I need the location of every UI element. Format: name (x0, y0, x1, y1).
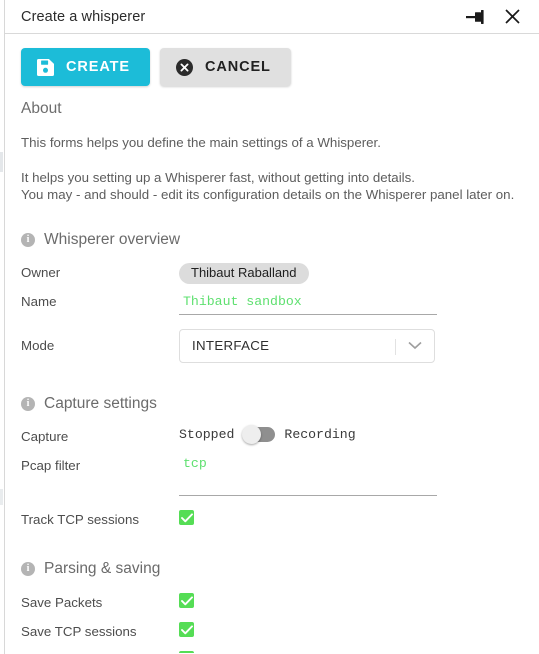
titlebar-actions (465, 6, 529, 28)
info-icon[interactable]: i (21, 561, 35, 576)
track-tcp-checkbox[interactable] (179, 510, 194, 525)
row-save-tcp-sessions: Save TCP sessions (21, 622, 523, 640)
info-icon[interactable]: i (21, 396, 35, 411)
parse-for-http-field (179, 651, 523, 653)
about-paragraph-2-line-1: It helps you setting up a Whisperer fast… (21, 170, 415, 185)
cancel-button[interactable]: CANCEL (159, 48, 291, 86)
capture-heading: Capture settings (44, 394, 157, 412)
capture-toggle[interactable] (242, 424, 276, 444)
parse-for-http-checkbox[interactable] (179, 651, 194, 653)
dialog-title: Create a whisperer (21, 8, 146, 25)
save-tcp-sessions-checkbox[interactable] (179, 622, 194, 637)
name-label: Name (21, 294, 57, 309)
cancel-circle-icon (175, 58, 193, 76)
dialog-screen: Create a whisperer CREATE CANCEL About T… (0, 0, 539, 654)
dialog-titlebar: Create a whisperer (5, 0, 539, 34)
dialog-body: CREATE CANCEL About This forms helps you… (5, 34, 539, 653)
mode-select[interactable]: INTERFACE (179, 328, 435, 363)
row-pcap-filter: Pcap filter (21, 455, 523, 501)
dialog-actions: CREATE CANCEL (21, 34, 523, 86)
row-owner: Owner Thibaut Raballand (21, 263, 523, 284)
capture-field: Stopped Recording (179, 424, 523, 444)
section-header-parsing: i Parsing & saving (21, 560, 523, 578)
row-parse-for-http: Parse for HTTP (21, 651, 523, 654)
capture-toggle-off-label: Stopped (179, 426, 235, 442)
pcap-filter-label: Pcap filter (21, 457, 81, 473)
row-name: Name (21, 292, 523, 315)
about-paragraph-2-line-2: You may - and should - edit its configur… (21, 187, 515, 202)
save-disk-icon (37, 58, 54, 76)
mode-select-value: INTERFACE (192, 338, 270, 353)
pcap-filter-input[interactable] (179, 455, 437, 496)
background-artifact-top (0, 152, 3, 172)
row-mode: Mode INTERFACE (21, 328, 523, 363)
capture-label: Capture (21, 428, 69, 444)
about-paragraph-1: This forms helps you define the main set… (21, 135, 381, 150)
background-artifact-bottom (0, 489, 3, 505)
pcap-filter-field (179, 455, 523, 501)
select-separator (395, 338, 396, 355)
row-save-packets: Save Packets (21, 593, 523, 611)
cancel-button-label: CANCEL (204, 59, 271, 75)
row-track-tcp: Track TCP sessions (21, 510, 523, 528)
owner-field: Thibaut Raballand (179, 263, 523, 284)
track-tcp-label: Track TCP sessions (21, 511, 139, 527)
chevron-down-icon (408, 330, 422, 362)
mode-label: Mode (21, 337, 55, 353)
parsing-heading: Parsing & saving (44, 559, 161, 577)
name-input[interactable] (179, 293, 437, 315)
section-header-overview: i Whisperer overview (21, 231, 523, 249)
create-whisperer-dialog: Create a whisperer CREATE CANCEL About T… (4, 0, 539, 654)
parse-for-http-label: Parse for HTTP (21, 651, 179, 654)
about-paragraph-2: It helps you setting up a Whisperer fast… (21, 169, 523, 203)
about-heading: About (21, 100, 62, 117)
save-packets-label: Save Packets (21, 594, 103, 610)
capture-toggle-on-label: Recording (284, 426, 356, 442)
pin-icon[interactable] (465, 6, 487, 28)
capture-toggle-knob (242, 424, 262, 444)
mode-field: INTERFACE (179, 328, 523, 363)
capture-toggle-group: Stopped Recording (179, 424, 523, 444)
name-field (179, 292, 523, 315)
create-button[interactable]: CREATE (21, 48, 150, 86)
info-icon[interactable]: i (21, 233, 35, 247)
save-packets-checkbox[interactable] (179, 593, 194, 608)
create-button-label: CREATE (66, 59, 130, 75)
save-tcp-sessions-field (179, 622, 523, 640)
owner-chip[interactable]: Thibaut Raballand (179, 263, 309, 284)
close-icon[interactable] (501, 6, 523, 28)
owner-label: Owner (21, 265, 61, 280)
section-header-capture: i Capture settings (21, 395, 523, 413)
track-tcp-field (179, 510, 523, 528)
save-packets-field (179, 593, 523, 611)
save-tcp-sessions-label: Save TCP sessions (21, 623, 137, 639)
row-capture: Capture Stopped Recording (21, 424, 523, 444)
overview-heading: Whisperer overview (44, 231, 181, 248)
